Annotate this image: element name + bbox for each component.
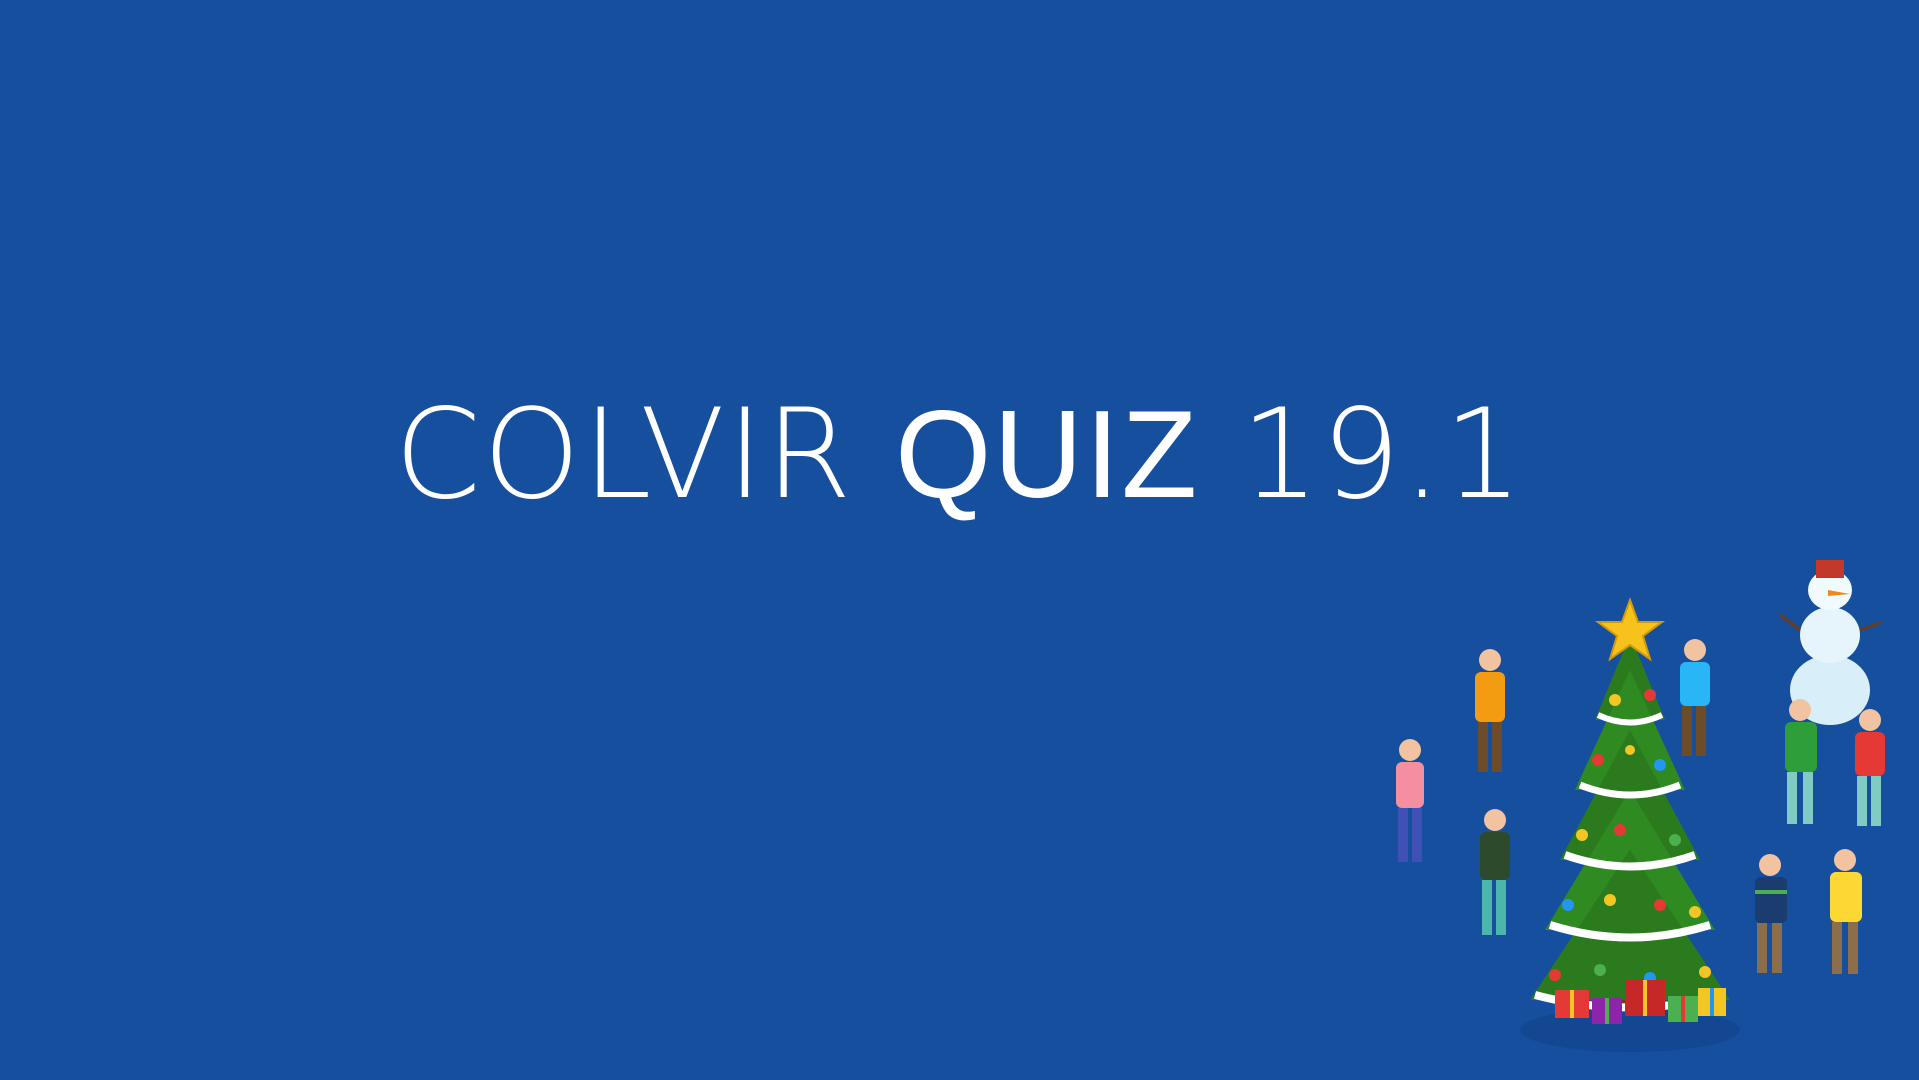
slide-title: COLVIR QUIZ 19.1: [0, 385, 1919, 525]
christmas-party-illustration: [1396, 560, 1885, 1052]
presentation-slide: COLVIR QUIZ 19.1: [0, 0, 1919, 1080]
title-part-version: 19.1: [1240, 383, 1525, 527]
title-part-quiz: QUIZ: [894, 386, 1200, 524]
title-part-colvir: COLVIR: [394, 383, 854, 527]
